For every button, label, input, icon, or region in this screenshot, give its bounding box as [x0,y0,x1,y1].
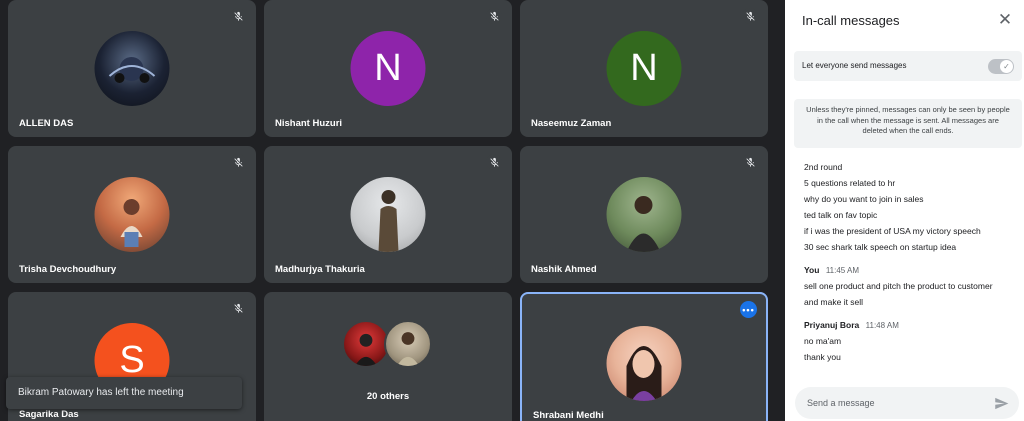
close-icon[interactable]: ✕ [996,11,1014,29]
message-line: why do you want to join in sales [804,194,924,204]
avatar [94,31,170,106]
participant-tile-active[interactable]: ••• Shrabani Medhi [520,292,768,421]
message-line: 5 questions related to hr [804,178,896,188]
participant-grid: ALLEN DAS N Nishant Huzuri N Naseemuz Za… [0,0,775,421]
mic-off-icon [486,8,502,24]
message-line: sell one product and pitch the product t… [804,281,993,291]
message-header: You 11:45 AM [804,263,1014,278]
avatar-letter: S [119,339,145,381]
let-everyone-send-row: Let everyone send messages ✓ [794,51,1022,81]
toggle-label: Let everyone send messages [802,61,907,70]
in-call-messages-panel: In-call messages ✕ Let everyone send mes… [785,0,1024,421]
avatar: N [606,31,682,106]
message-sender: You [804,265,820,275]
avatar: N [350,31,426,106]
message-line: and make it sell [804,297,864,307]
avatar [94,177,170,252]
participant-tile[interactable]: Nashik Ahmed [520,146,768,283]
participant-name: Madhurjya Thakuria [275,264,365,275]
participant-name: Nishant Huzuri [275,118,343,129]
left-meeting-toast: Bikram Patowary has left the meeting [6,377,242,409]
participant-name: Shrabani Medhi [533,410,604,421]
message-time: 11:48 AM [865,321,899,330]
message-line: ted talk on fav topic [804,210,878,220]
message-line: thank you [804,352,841,362]
message-line: if i was the president of USA my victory… [804,226,981,236]
let-everyone-send-toggle[interactable]: ✓ [988,59,1014,74]
message-sender: Priyanuj Bora [804,320,860,330]
avatar [350,177,426,252]
participant-name: Nashik Ahmed [531,264,597,275]
message-input-wrap [795,387,1019,419]
others-avatars [342,320,434,370]
mic-off-icon [230,154,246,170]
avatar [384,320,432,368]
message-line: 2nd round [804,162,843,172]
mic-off-icon [742,8,758,24]
mic-off-icon [230,8,246,24]
participant-tile[interactable]: Trisha Devchoudhury [8,146,256,283]
avatar [342,320,390,368]
panel-title: In-call messages [802,13,900,28]
participant-tile[interactable]: Madhurjya Thakuria [264,146,512,283]
message-input[interactable] [807,395,977,411]
more-options-icon[interactable]: ••• [740,301,757,318]
mic-off-icon [742,154,758,170]
check-icon: ✓ [1000,60,1013,73]
message-time: 11:45 AM [825,266,860,275]
participant-tile[interactable]: N Naseemuz Zaman [520,0,768,137]
participant-tile[interactable]: N Nishant Huzuri [264,0,512,137]
participant-tile[interactable]: ALLEN DAS [8,0,256,137]
message-header: Priyanuj Bora 11:48 AM [804,318,1014,333]
participant-name: ALLEN DAS [19,118,74,129]
participant-name: Naseemuz Zaman [531,118,612,129]
send-icon[interactable] [994,396,1009,411]
avatar [606,326,682,401]
avatar-letter: N [374,47,402,89]
mic-off-icon [230,300,246,316]
message-line: 30 sec shark talk speech on startup idea [804,242,957,252]
messages-notice: Unless they're pinned, messages can only… [794,99,1022,148]
participant-name: Trisha Devchoudhury [19,264,117,275]
mic-off-icon [486,154,502,170]
avatar-letter: N [630,47,658,89]
others-tile[interactable]: 20 others [264,292,512,421]
message-list: 2nd round 5 questions related to hr why … [804,159,1014,365]
avatar [606,177,682,252]
others-count: 20 others [366,391,410,402]
participant-name: Sagarika Das [19,409,79,420]
message-line: no ma'am [804,336,842,346]
